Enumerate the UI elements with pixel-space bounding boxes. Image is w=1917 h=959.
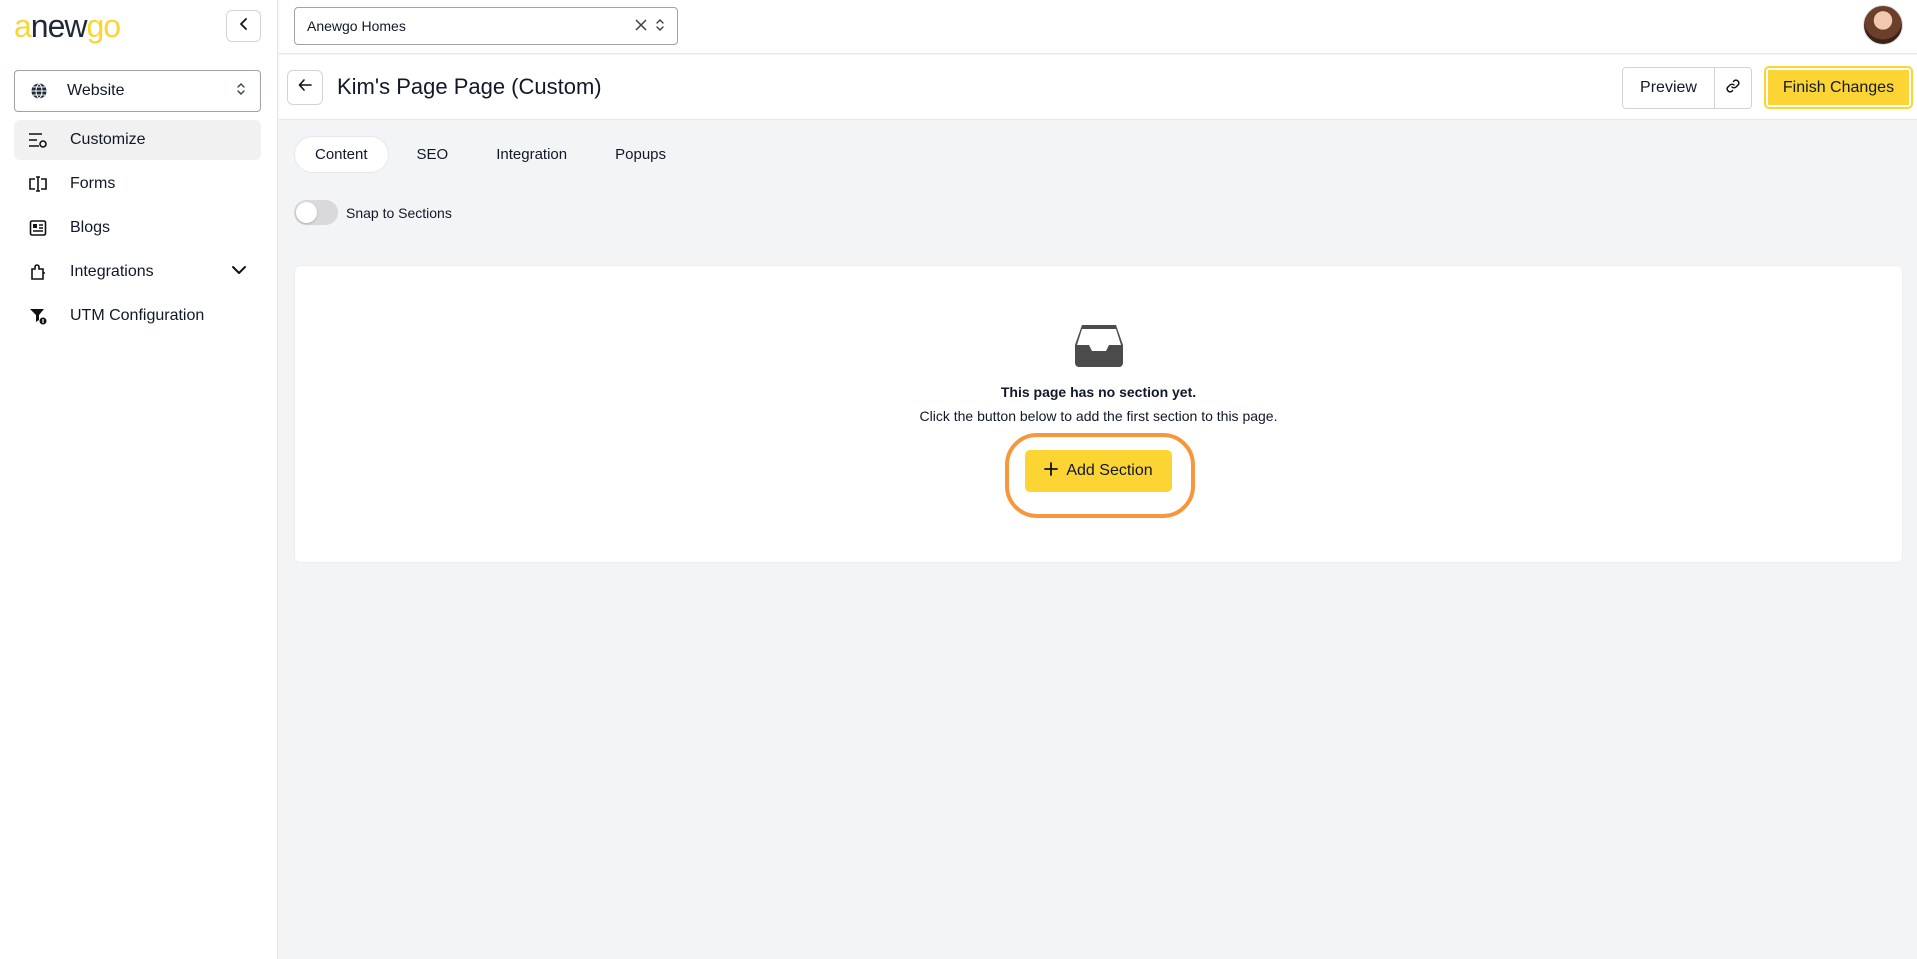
sidebar-item-customize[interactable]: Customize <box>14 120 261 160</box>
add-section-button[interactable]: Add Section <box>1025 450 1172 492</box>
company-select[interactable]: Anewgo Homes <box>294 7 678 45</box>
chevron-up-down-icon[interactable] <box>655 17 665 36</box>
snap-to-sections-label: Snap to Sections <box>346 204 452 221</box>
empty-state-title: This page has no section yet. <box>1000 384 1197 400</box>
sidebar-nav: Customize Forms Blogs Integrations UTM C… <box>14 120 261 340</box>
sliders-icon <box>28 130 48 150</box>
add-section-label: Add Section <box>1066 462 1153 479</box>
collapse-sidebar-button[interactable] <box>226 10 261 42</box>
empty-state-description: Click the button below to add the first … <box>919 408 1278 424</box>
sidebar-item-label: Customize <box>70 131 146 148</box>
tab-integration[interactable]: Integration <box>476 136 587 173</box>
page-header: Kim's Page Page (Custom) Preview Finish … <box>279 55 1917 120</box>
snap-to-sections-toggle[interactable] <box>294 200 338 225</box>
back-button[interactable] <box>287 70 323 105</box>
finish-changes-button[interactable]: Finish Changes <box>1764 66 1913 109</box>
preview-button-group: Preview <box>1622 67 1752 109</box>
user-avatar[interactable] <box>1863 5 1903 45</box>
form-field-icon <box>28 174 48 194</box>
tab-seo[interactable]: SEO <box>397 136 469 173</box>
link-icon <box>1725 78 1741 99</box>
puzzle-icon <box>28 262 48 282</box>
tab-content[interactable]: Content <box>294 136 389 173</box>
sidebar-item-forms[interactable]: Forms <box>14 164 261 204</box>
chevron-left-icon <box>237 17 251 36</box>
plus-icon <box>1044 461 1059 481</box>
sidebar-item-utm-configuration[interactable]: UTM Configuration <box>14 296 261 336</box>
top-bar: Anewgo Homes <box>279 0 1917 54</box>
newspaper-icon <box>28 218 48 238</box>
sidebar-item-integrations[interactable]: Integrations <box>14 252 261 292</box>
sidebar-item-label: UTM Configuration <box>70 307 205 324</box>
sidebar-item-label: Blogs <box>70 219 111 236</box>
company-select-value: Anewgo Homes <box>307 18 406 34</box>
tab-popups[interactable]: Popups <box>595 136 686 173</box>
sidebar-item-label: Forms <box>70 175 116 192</box>
sidebar-item-blogs[interactable]: Blogs <box>14 208 261 248</box>
arrow-left-icon <box>298 78 312 97</box>
page-tabs: Content SEO Integration Popups <box>294 136 694 173</box>
chevron-down-icon[interactable] <box>231 262 247 283</box>
site-select-label: Website <box>67 82 125 99</box>
empty-state-card: This page has no section yet. Click the … <box>294 265 1903 563</box>
page-title: Kim's Page Page (Custom) <box>337 74 602 99</box>
globe-icon <box>29 81 49 101</box>
anewgo-logo[interactable]: anewgo <box>14 10 121 42</box>
site-select[interactable]: Website <box>14 70 261 112</box>
snap-to-sections-row: Snap to Sections <box>294 200 452 225</box>
copy-link-button[interactable] <box>1715 68 1751 108</box>
sidebar: anewgo Website Customize Forms Blogs Int… <box>0 0 278 959</box>
sidebar-item-label: Integrations <box>70 263 154 280</box>
chevron-up-down-icon <box>236 81 246 102</box>
clear-icon[interactable] <box>635 18 647 34</box>
toggle-knob <box>296 202 317 223</box>
inbox-icon <box>1074 323 1124 368</box>
funnel-icon <box>28 306 48 326</box>
preview-button[interactable]: Preview <box>1623 68 1715 108</box>
